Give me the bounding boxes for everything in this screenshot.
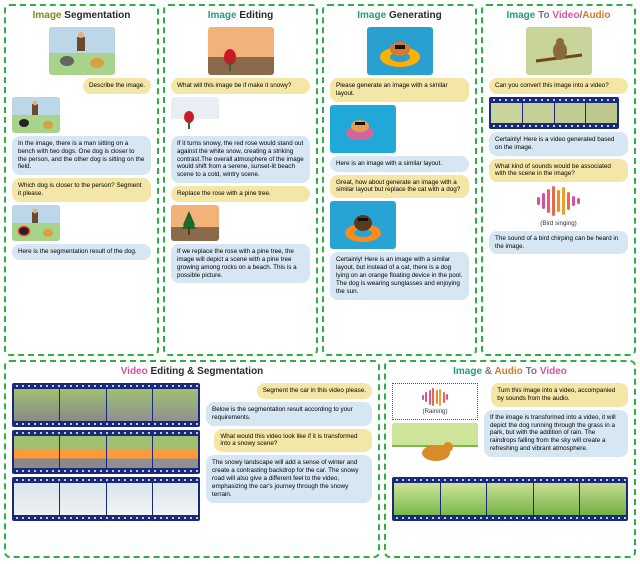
panel-image-editing: Image Editing What will this image be if… xyxy=(163,4,318,356)
title-word-image: Image xyxy=(506,10,535,21)
image-dog-grass xyxy=(392,423,478,471)
audio-wave-icon xyxy=(524,185,594,217)
video-bird-filmstrip xyxy=(489,97,619,129)
image-bird-branch xyxy=(526,27,592,75)
image-man-bench-dogs-small xyxy=(12,97,60,133)
assist-msg-seg-result: Below is the segmentation result accordi… xyxy=(206,402,372,426)
image-rose-beach xyxy=(208,27,274,75)
title-word-image: Image xyxy=(453,366,482,377)
assist-msg-seg-result: Here is the segmentation result of the d… xyxy=(12,244,151,260)
user-msg-snowy: What will this image be if make it snowy… xyxy=(171,78,310,94)
panel-title: Image Segmentation xyxy=(12,10,151,22)
image-dog-pool-float xyxy=(330,201,396,249)
image-rose-snow xyxy=(171,97,219,133)
user-msg-replace-dog: Great, how about generate an image with … xyxy=(330,175,469,199)
video-dog-rain xyxy=(392,477,628,521)
title-word-video: Video xyxy=(552,10,579,21)
user-msg-sounds: What kind of sounds would be associated … xyxy=(489,159,628,183)
image-man-bench-dogs xyxy=(49,27,115,75)
title-word-amp: & xyxy=(485,366,492,377)
title-word-generating: Generating xyxy=(389,10,442,21)
image-cat-pool-float xyxy=(367,27,433,75)
title-word-video: Video xyxy=(540,366,567,377)
assist-msg-snowy-video: The snowy landscape will add a sense of … xyxy=(206,455,372,502)
panel-title: Image Editing xyxy=(171,10,310,22)
audio-caption: (Bird singing) xyxy=(489,220,628,227)
assist-msg-snowy: If it turns snowy, the red rose would st… xyxy=(171,136,310,183)
assist-msg-pine: If we replace the rose with a pine tree,… xyxy=(171,244,310,283)
assist-msg-gen-dog: Certainly! Here is an image with a simil… xyxy=(330,252,469,299)
panel-image-audio-to-video: Image & Audio To Video xyxy=(384,360,636,558)
panel-title: Image & Audio To Video xyxy=(392,366,628,378)
title-word-editing: Editing xyxy=(239,10,273,21)
panel-video-editing-segmentation: Video Editing & Segmentation xyxy=(4,360,380,558)
image-cat-pool-float-2 xyxy=(330,105,396,153)
panel-title: Image To Video/Audio xyxy=(489,10,628,22)
title-word-video: Video xyxy=(121,366,148,377)
panel-title: Image Generating xyxy=(330,10,469,22)
user-msg-gen-similar: Please generate an image with a similar … xyxy=(330,78,469,102)
title-word-to: To xyxy=(538,10,549,21)
user-msg-seg-car: Segment the car in this video please. xyxy=(257,383,372,399)
title-word-image: Image xyxy=(208,10,237,21)
video-car-snowy xyxy=(12,477,200,521)
panel-title: Video Editing & Segmentation xyxy=(12,366,372,378)
audio-input-box: (Raining) xyxy=(392,383,478,420)
title-word-editing-seg: Editing & Segmentation xyxy=(151,366,264,377)
assist-msg-audio: The sound of a bird chirping can be hear… xyxy=(489,231,628,255)
image-pine-beach xyxy=(171,205,219,241)
assist-msg-gen-similar: Here is an image with a similar layout. xyxy=(330,156,469,172)
audio-wave-icon xyxy=(422,388,449,406)
user-msg-segment: Which dog is closer to the person? Segme… xyxy=(12,178,151,202)
panel-image-generating: Image Generating Please generate an imag… xyxy=(322,4,477,356)
user-msg-pine: Replace the rose with a pine tree. xyxy=(171,186,310,202)
assist-msg-desc: In the image, there is a man sitting on … xyxy=(12,136,151,175)
video-car-segmented xyxy=(12,430,200,474)
title-word-image: Image xyxy=(33,10,62,21)
title-word-audio: Audio xyxy=(494,366,522,377)
user-msg-snowy-video: What would this video look like if it is… xyxy=(214,429,372,453)
panel-image-segmentation: Image Segmentation Describe the image. I… xyxy=(4,4,159,356)
title-word-image: Image xyxy=(357,10,386,21)
image-segmented-dog xyxy=(12,205,60,241)
audio-caption: (Raining) xyxy=(422,408,447,415)
user-msg-turn-into-video: Turn this image into a video, accompanie… xyxy=(491,383,628,407)
user-msg-convert-video: Can you convert this image into a video? xyxy=(489,78,628,94)
user-msg-describe: Describe the image. xyxy=(83,78,151,94)
title-word-audio: Audio xyxy=(582,10,610,21)
video-car-original xyxy=(12,383,200,427)
assist-msg-video-gen: Certainly! Here is a video generated bas… xyxy=(489,132,628,156)
assist-msg-rain-video: If the image is transformed into a video… xyxy=(484,410,628,457)
panel-image-to-video-audio: Image To Video/Audio Can you convert thi… xyxy=(481,4,636,356)
title-word-to: To xyxy=(526,366,537,377)
title-word-segmentation: Segmentation xyxy=(64,10,130,21)
